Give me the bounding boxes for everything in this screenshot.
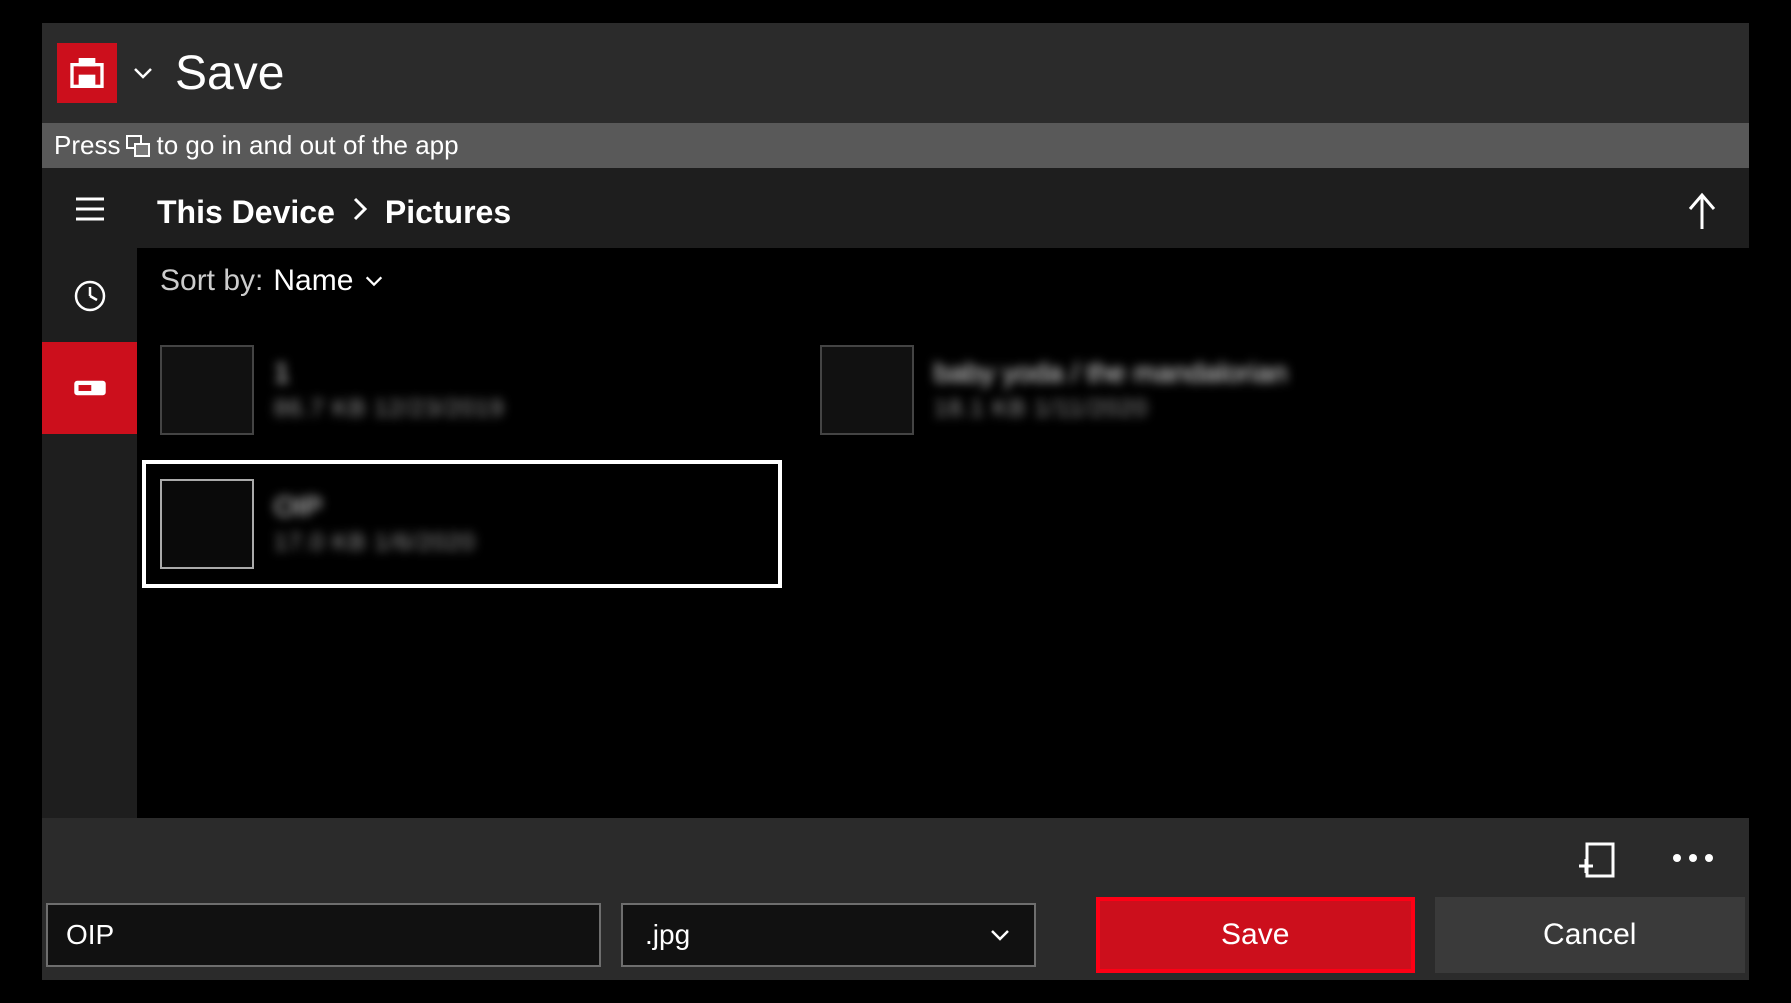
file-thumbnail [820,345,914,435]
hamburger-button[interactable] [42,168,137,250]
file-thumbnail [160,345,254,435]
recent-button[interactable] [42,250,137,342]
breadcrumb: This Device Pictures [157,180,511,245]
chevron-down-icon [363,270,385,292]
cancel-button-label: Cancel [1543,918,1636,952]
file-name: 1 [274,357,504,389]
device-icon [73,371,107,405]
file-name: baby yoda / the mandalorian [934,357,1287,389]
sort-value: Name [273,264,353,298]
ellipsis-icon [1670,852,1716,864]
file-details: 86.7 KB 12/23/2019 [274,395,504,423]
file-grid: 1 86.7 KB 12/23/2019 baby yoda / the man… [142,326,1742,588]
file-details: 17.0 KB 1/6/2020 [274,529,475,557]
new-folder-button[interactable] [1569,830,1625,886]
cancel-button[interactable]: Cancel [1435,897,1746,973]
toolbar [42,818,1749,898]
controller-tip-bar: Press to go in and out of the app [42,123,1749,168]
file-content-area: Sort by: Name 1 86.7 KB 12/23/2019 [137,248,1749,818]
new-folder-icon [1575,836,1619,880]
file-details: 18.1 KB 1/11/2020 [934,395,1287,423]
view-button-icon [126,135,150,157]
chevron-down-icon [988,923,1012,947]
sort-dropdown[interactable]: Sort by: Name [160,264,385,298]
side-rail [42,168,137,818]
clock-icon [73,279,107,313]
extension-select[interactable]: .jpg [621,903,1036,967]
dialog-title: Save [175,46,284,101]
chevron-down-icon [131,61,155,85]
filename-input[interactable] [46,903,601,967]
title-bar: Save [57,23,284,123]
save-button[interactable]: Save [1096,897,1415,973]
more-options-button[interactable] [1665,830,1721,886]
hamburger-icon [70,189,110,229]
tip-suffix: to go in and out of the app [156,130,458,161]
breadcrumb-item-current[interactable]: Pictures [385,194,511,231]
extension-value: .jpg [645,919,690,951]
sort-label: Sort by: [160,264,263,298]
file-name: OIP [274,491,475,523]
tip-prefix: Press [54,130,120,161]
file-item[interactable]: baby yoda / the mandalorian 18.1 KB 1/11… [802,326,1442,454]
file-item-selected[interactable]: OIP 17.0 KB 1/6/2020 [142,460,782,588]
file-item[interactable]: 1 86.7 KB 12/23/2019 [142,326,782,454]
app-icon[interactable] [57,43,117,103]
title-dropdown-caret[interactable] [131,61,155,85]
chevron-right-icon [351,194,369,231]
save-button-label: Save [1221,918,1289,952]
save-app-icon [67,53,107,93]
breadcrumb-item-root[interactable]: This Device [157,194,335,231]
go-up-button[interactable] [1677,186,1727,236]
arrow-up-icon [1685,191,1719,231]
this-device-button[interactable] [42,342,137,434]
file-thumbnail [160,479,254,569]
action-bar: .jpg Save Cancel [42,890,1749,980]
